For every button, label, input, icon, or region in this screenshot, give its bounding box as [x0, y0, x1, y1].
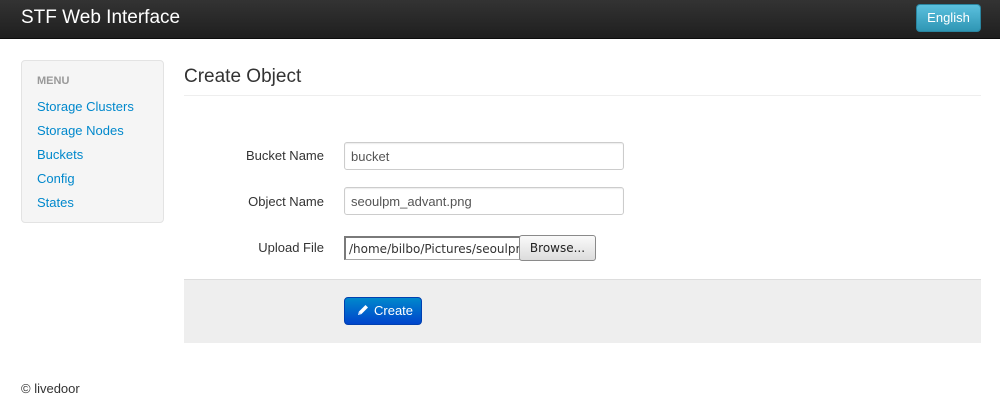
object-name-label: Object Name [248, 194, 324, 209]
object-name-input[interactable] [344, 187, 624, 215]
footer-copyright: © livedoor [21, 381, 80, 396]
sidebar-item-states[interactable]: States [37, 191, 163, 215]
create-button-label: Create [374, 303, 414, 318]
language-button[interactable]: English [916, 4, 981, 32]
upload-file-label: Upload File [258, 240, 324, 255]
sidebar-item-storage-clusters[interactable]: Storage Clusters [37, 95, 163, 119]
pencil-icon [356, 300, 370, 315]
top-navbar: STF Web Interface English [0, 0, 1000, 39]
bucket-name-label: Bucket Name [245, 148, 324, 163]
title-divider [184, 95, 981, 96]
menu-header: MENU [37, 75, 70, 87]
form-actions-bar: Create [184, 279, 981, 343]
sidebar-item-config[interactable]: Config [37, 167, 163, 191]
page-title: Create Object [184, 66, 302, 87]
sidebar-menu: MENU Storage Clusters Storage Nodes Buck… [21, 60, 164, 223]
upload-file-path-field[interactable]: /home/bilbo/Pictures/seoulpm_advant.png [344, 236, 520, 260]
bucket-name-input[interactable] [344, 142, 624, 170]
sidebar-item-buckets[interactable]: Buckets [37, 143, 163, 167]
brand-title[interactable]: STF Web Interface [21, 7, 180, 29]
browse-button[interactable]: Browse... [519, 235, 596, 261]
create-button[interactable]: Create [344, 297, 422, 325]
sidebar-item-storage-nodes[interactable]: Storage Nodes [37, 119, 163, 143]
